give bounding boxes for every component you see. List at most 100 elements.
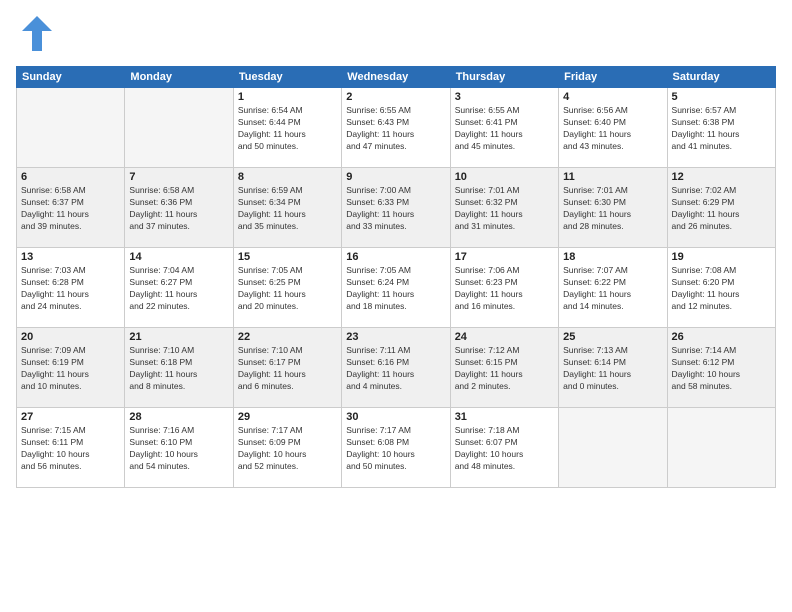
calendar-cell: 30Sunrise: 7:17 AM Sunset: 6:08 PM Dayli…	[342, 408, 450, 488]
day-info: Sunrise: 6:55 AM Sunset: 6:41 PM Dayligh…	[455, 105, 554, 153]
weekday-header-saturday: Saturday	[667, 67, 775, 88]
calendar-cell: 15 Sunrise: 7:05 AM Sunset: 6:25 PM Dayli…	[233, 248, 341, 328]
day-info: Sunrise: 7:16 AM Sunset: 6:10 PM Dayligh…	[129, 425, 228, 473]
calendar-week-row: 27 Sunrise: 7:15 AM Sunset: 6:11 PM Dayli…	[17, 408, 776, 488]
calendar-cell: 14Sunrise: 7:04 AM Sunset: 6:27 PM Dayli…	[125, 248, 233, 328]
day-info: Sunrise: 7:17 AM Sunset: 6:08 PM Dayligh…	[346, 425, 445, 473]
calendar-cell: 11 Sunrise: 7:01 AM Sunset: 6:30 PM Dayli…	[559, 168, 667, 248]
day-info: Sunrise: 7:13 AM Sunset: 6:14 PM Dayligh…	[563, 345, 662, 393]
calendar-cell: 28 Sunrise: 7:16 AM Sunset: 6:10 PM Dayli…	[125, 408, 233, 488]
day-number: 21	[129, 331, 228, 343]
calendar-cell: 2 Sunrise: 6:55 AM Sunset: 6:43 PM Daylig…	[342, 88, 450, 168]
calendar-week-row: 13 Sunrise: 7:03 AM Sunset: 6:28 PM Dayli…	[17, 248, 776, 328]
calendar-cell: 29 Sunrise: 7:17 AM Sunset: 6:09 PM Dayli…	[233, 408, 341, 488]
day-info: Sunrise: 7:00 AM Sunset: 6:33 PM Dayligh…	[346, 185, 445, 233]
day-info: Sunrise: 7:03 AM Sunset: 6:28 PM Dayligh…	[21, 265, 120, 313]
weekday-header-wednesday: Wednesday	[342, 67, 450, 88]
calendar-cell: 24 Sunrise: 7:12 AM Sunset: 6:15 PM Dayli…	[450, 328, 558, 408]
day-number: 13	[21, 251, 120, 263]
day-info: Sunrise: 7:10 AM Sunset: 6:17 PM Dayligh…	[238, 345, 337, 393]
day-info: Sunrise: 7:07 AM Sunset: 6:22 PM Dayligh…	[563, 265, 662, 313]
calendar-cell: 16 Sunrise: 7:05 AM Sunset: 6:24 PM Dayli…	[342, 248, 450, 328]
calendar-header-row: SundayMondayTuesdayWednesdayThursdayFrid…	[17, 67, 776, 88]
day-number: 17	[455, 251, 554, 263]
day-info: Sunrise: 7:05 AM Sunset: 6:25 PM Dayligh…	[238, 265, 337, 313]
calendar-cell: 25 Sunrise: 7:13 AM Sunset: 6:14 PM Dayli…	[559, 328, 667, 408]
day-number: 4	[563, 91, 662, 103]
calendar-week-row: 6 Sunrise: 6:58 AM Sunset: 6:37 PM Daylig…	[17, 168, 776, 248]
day-number: 23	[346, 331, 445, 343]
calendar-cell: 23Sunrise: 7:11 AM Sunset: 6:16 PM Dayli…	[342, 328, 450, 408]
day-number: 18	[563, 251, 662, 263]
weekday-header-tuesday: Tuesday	[233, 67, 341, 88]
day-number: 25	[563, 331, 662, 343]
calendar-cell: 3 Sunrise: 6:55 AM Sunset: 6:41 PM Daylig…	[450, 88, 558, 168]
calendar-cell	[17, 88, 125, 168]
day-info: Sunrise: 6:57 AM Sunset: 6:38 PM Dayligh…	[672, 105, 771, 153]
day-number: 7	[129, 171, 228, 183]
day-number: 15	[238, 251, 337, 263]
header	[16, 16, 776, 56]
calendar-cell	[667, 408, 775, 488]
calendar-cell: 10Sunrise: 7:01 AM Sunset: 6:32 PM Dayli…	[450, 168, 558, 248]
day-number: 12	[672, 171, 771, 183]
day-info: Sunrise: 6:59 AM Sunset: 6:34 PM Dayligh…	[238, 185, 337, 233]
day-number: 24	[455, 331, 554, 343]
day-info: Sunrise: 6:54 AM Sunset: 6:44 PM Dayligh…	[238, 105, 337, 153]
calendar-cell: 19Sunrise: 7:08 AM Sunset: 6:20 PM Dayli…	[667, 248, 775, 328]
day-number: 1	[238, 91, 337, 103]
day-info: Sunrise: 7:02 AM Sunset: 6:29 PM Dayligh…	[672, 185, 771, 233]
day-number: 6	[21, 171, 120, 183]
day-info: Sunrise: 7:08 AM Sunset: 6:20 PM Dayligh…	[672, 265, 771, 313]
calendar-cell: 8 Sunrise: 6:59 AM Sunset: 6:34 PM Daylig…	[233, 168, 341, 248]
calendar-cell: 6 Sunrise: 6:58 AM Sunset: 6:37 PM Daylig…	[17, 168, 125, 248]
day-number: 28	[129, 411, 228, 423]
day-info: Sunrise: 7:05 AM Sunset: 6:24 PM Dayligh…	[346, 265, 445, 313]
calendar-cell: 26 Sunrise: 7:14 AM Sunset: 6:12 PM Dayli…	[667, 328, 775, 408]
calendar-cell: 17 Sunrise: 7:06 AM Sunset: 6:23 PM Dayli…	[450, 248, 558, 328]
day-number: 22	[238, 331, 337, 343]
day-number: 3	[455, 91, 554, 103]
calendar-cell	[559, 408, 667, 488]
day-number: 29	[238, 411, 337, 423]
day-info: Sunrise: 7:17 AM Sunset: 6:09 PM Dayligh…	[238, 425, 337, 473]
day-number: 8	[238, 171, 337, 183]
calendar-cell: 4Sunrise: 6:56 AM Sunset: 6:40 PM Daylig…	[559, 88, 667, 168]
calendar-cell: 5 Sunrise: 6:57 AM Sunset: 6:38 PM Daylig…	[667, 88, 775, 168]
day-info: Sunrise: 7:15 AM Sunset: 6:11 PM Dayligh…	[21, 425, 120, 473]
day-number: 2	[346, 91, 445, 103]
day-info: Sunrise: 7:10 AM Sunset: 6:18 PM Dayligh…	[129, 345, 228, 393]
weekday-header-monday: Monday	[125, 67, 233, 88]
page: SundayMondayTuesdayWednesdayThursdayFrid…	[0, 0, 792, 612]
day-info: Sunrise: 7:06 AM Sunset: 6:23 PM Dayligh…	[455, 265, 554, 313]
calendar-cell: 18 Sunrise: 7:07 AM Sunset: 6:22 PM Dayli…	[559, 248, 667, 328]
logo-bird-icon	[22, 16, 52, 56]
calendar: SundayMondayTuesdayWednesdayThursdayFrid…	[16, 66, 776, 488]
day-number: 11	[563, 171, 662, 183]
weekday-header-sunday: Sunday	[17, 67, 125, 88]
day-info: Sunrise: 6:58 AM Sunset: 6:37 PM Dayligh…	[21, 185, 120, 233]
calendar-cell: 31 Sunrise: 7:18 AM Sunset: 6:07 PM Dayli…	[450, 408, 558, 488]
calendar-cell: 9 Sunrise: 7:00 AM Sunset: 6:33 PM Daylig…	[342, 168, 450, 248]
day-number: 5	[672, 91, 771, 103]
day-number: 16	[346, 251, 445, 263]
day-info: Sunrise: 6:58 AM Sunset: 6:36 PM Dayligh…	[129, 185, 228, 233]
calendar-cell: 20Sunrise: 7:09 AM Sunset: 6:19 PM Dayli…	[17, 328, 125, 408]
day-number: 26	[672, 331, 771, 343]
day-info: Sunrise: 7:12 AM Sunset: 6:15 PM Dayligh…	[455, 345, 554, 393]
day-info: Sunrise: 7:01 AM Sunset: 6:30 PM Dayligh…	[563, 185, 662, 233]
day-number: 9	[346, 171, 445, 183]
calendar-cell: 1 Sunrise: 6:54 AM Sunset: 6:44 PM Daylig…	[233, 88, 341, 168]
day-number: 27	[21, 411, 120, 423]
day-info: Sunrise: 6:55 AM Sunset: 6:43 PM Dayligh…	[346, 105, 445, 153]
day-number: 14	[129, 251, 228, 263]
day-info: Sunrise: 7:14 AM Sunset: 6:12 PM Dayligh…	[672, 345, 771, 393]
calendar-week-row: 1 Sunrise: 6:54 AM Sunset: 6:44 PM Daylig…	[17, 88, 776, 168]
day-info: Sunrise: 7:09 AM Sunset: 6:19 PM Dayligh…	[21, 345, 120, 393]
day-number: 31	[455, 411, 554, 423]
day-info: Sunrise: 7:18 AM Sunset: 6:07 PM Dayligh…	[455, 425, 554, 473]
weekday-header-thursday: Thursday	[450, 67, 558, 88]
logo	[16, 16, 52, 56]
weekday-header-friday: Friday	[559, 67, 667, 88]
calendar-cell: 13 Sunrise: 7:03 AM Sunset: 6:28 PM Dayli…	[17, 248, 125, 328]
